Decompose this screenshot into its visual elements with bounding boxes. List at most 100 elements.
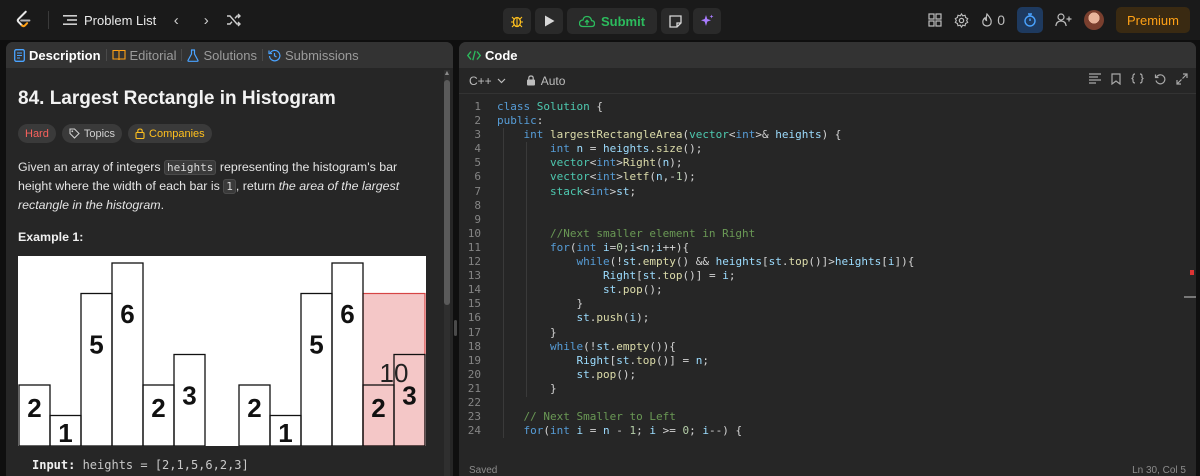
problem-title[interactable]: 84. Largest Rectangle in Histogram (18, 88, 428, 110)
code-token: . (649, 142, 656, 156)
code-line[interactable]: 12 while(!st.empty() && heights[st.top()… (459, 255, 1196, 269)
code-line[interactable]: 20 st.pop(); (459, 368, 1196, 382)
leetcode-logo-icon[interactable] (12, 9, 34, 31)
statement-text: , return (235, 179, 279, 193)
code-token: int (523, 128, 550, 142)
code-token: largestRectangleArea (550, 128, 683, 142)
code-line[interactable]: 17 } (459, 326, 1196, 340)
code-line[interactable]: 11 for(int i=0;i<n;i++){ (459, 241, 1196, 255)
premium-button[interactable]: Premium (1115, 7, 1190, 33)
code-line[interactable]: 22 (459, 396, 1196, 410)
code-line[interactable]: 4 int n = heights.size(); (459, 142, 1196, 156)
notes-button[interactable] (661, 8, 690, 34)
code-line[interactable]: 14 st.pop(); (459, 283, 1196, 297)
layout-icon[interactable] (928, 13, 942, 27)
code-text: vector<int>letf(n,-1); (489, 170, 696, 184)
code-line[interactable]: 19 Right[st.top()] = n; (459, 354, 1196, 368)
auto-mode-toggle[interactable]: Auto (526, 74, 565, 88)
settings-gear-icon[interactable] (954, 12, 969, 28)
fullscreen-icon[interactable] (1176, 73, 1188, 85)
code-line[interactable]: 24 for(int i = n - 1; i >= 0; i--) { (459, 424, 1196, 438)
bar-height-label: 3 (402, 381, 416, 411)
bookmark-icon[interactable] (1111, 73, 1121, 85)
code-line[interactable]: 16 st.push(i); (459, 311, 1196, 325)
bug-icon (511, 16, 523, 28)
code-token: top (636, 353, 656, 367)
panel-resize-handle[interactable] (454, 320, 457, 336)
run-button[interactable] (535, 8, 563, 34)
code-line[interactable]: 10 //Next smaller element in Right (459, 227, 1196, 241)
problem-list-button[interactable]: Problem List (63, 13, 156, 28)
tab-editorial[interactable]: Editorial (111, 48, 176, 63)
code-panel: Code C++ Auto 1 class Solution {2 public: 3… (459, 42, 1196, 476)
tab-description-label: Description (29, 47, 101, 63)
divider (105, 49, 107, 61)
code-line[interactable]: 9 (459, 213, 1196, 227)
prev-problem-icon[interactable]: ‹ (166, 12, 186, 29)
user-avatar[interactable] (1083, 10, 1104, 30)
code-line[interactable]: 6 vector<int>letf(n,-1); (459, 170, 1196, 184)
code-line[interactable]: 15 } (459, 297, 1196, 311)
editor-scrollbar[interactable] (1184, 102, 1196, 457)
scroll-up-icon[interactable]: ▲ (443, 70, 451, 77)
code-token: i (655, 240, 663, 254)
code-token: < (636, 240, 643, 254)
code-line[interactable]: 8 (459, 199, 1196, 213)
histogram-bar (300, 292, 333, 447)
histogram-bar (331, 262, 364, 447)
braces-icon[interactable] (1131, 73, 1144, 84)
code-token: push (596, 311, 623, 325)
streak-count: 0 (997, 12, 1005, 28)
reset-icon[interactable] (1154, 73, 1166, 85)
code-line[interactable]: 1 class Solution { (459, 100, 1196, 114)
code-token: stack (549, 184, 584, 198)
topics-badge[interactable]: Topics (61, 124, 123, 143)
code-line[interactable]: 13 Right[st.top()] = i; (459, 269, 1196, 283)
next-problem-icon[interactable]: › (196, 12, 216, 29)
submit-button[interactable]: Submit (567, 8, 658, 34)
code-editor[interactable]: 1 class Solution {2 public: 3 int largestRe… (459, 100, 1196, 438)
description-scrollbar[interactable]: ▲ (444, 70, 450, 476)
code-token: (); (682, 142, 703, 156)
bar-height-label: 5 (309, 330, 323, 360)
tab-submissions[interactable]: Submissions (268, 48, 359, 63)
debug-button[interactable] (503, 8, 531, 34)
code-token: = (583, 142, 603, 156)
language-select[interactable]: C++ (469, 74, 506, 88)
line-number: 5 (474, 156, 481, 170)
code-line[interactable]: 3 int largestRectangleArea(vector<int>& … (459, 128, 1196, 142)
difficulty-badge: Hard (18, 124, 56, 143)
ai-assist-button[interactable] (693, 8, 722, 34)
code-token: ++){ (662, 240, 690, 254)
code-line[interactable]: 23 // Next Smaller to Left (459, 410, 1196, 424)
code-line[interactable]: 7 stack<int>st; (459, 185, 1196, 199)
tab-solutions[interactable]: Solutions (187, 48, 257, 63)
code-text: st.pop(); (489, 283, 663, 297)
code-tabs: Code (459, 42, 1196, 68)
code-token: ; (728, 269, 736, 283)
timer-button[interactable] (1016, 7, 1043, 33)
tab-description[interactable]: Description (14, 48, 101, 63)
companies-badge[interactable]: Companies (128, 124, 212, 143)
code-line[interactable]: 5 vector<int>Right(n); (459, 156, 1196, 170)
code-token: st (576, 311, 590, 325)
code-token: ()]> (808, 255, 835, 269)
code-token: [ (881, 255, 888, 269)
tab-code[interactable]: Code (467, 48, 518, 63)
code-token: empty (616, 339, 650, 353)
code-line[interactable]: 2 public: (459, 114, 1196, 128)
streak-counter[interactable]: 0 (981, 12, 1005, 28)
code-text: int n = heights.size(); (489, 142, 702, 156)
code-line[interactable]: 18 while(!st.empty()){ (459, 340, 1196, 354)
add-friend-icon[interactable] (1055, 13, 1072, 27)
code-line[interactable]: 21 } (459, 382, 1196, 396)
code-token: empty (642, 255, 676, 269)
scrollbar-thumb[interactable] (444, 80, 450, 305)
shuffle-icon[interactable] (226, 13, 242, 27)
note-icon (668, 14, 682, 28)
format-icon[interactable] (1089, 73, 1101, 84)
